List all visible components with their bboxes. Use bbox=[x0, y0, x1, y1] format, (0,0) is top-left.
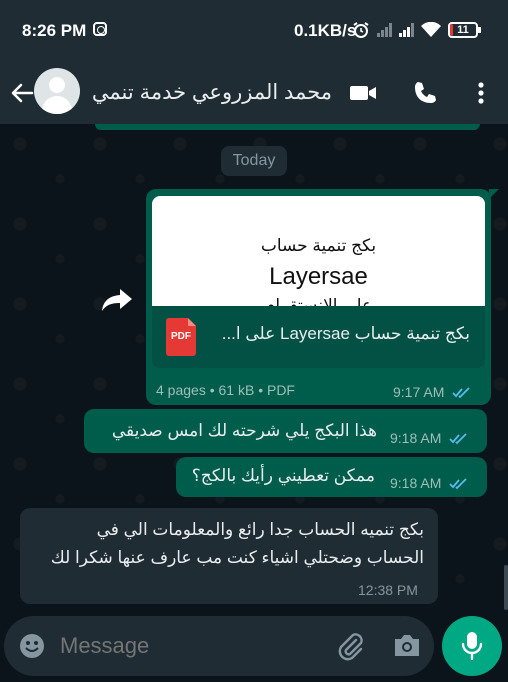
document-preview-line: على الانستقرام bbox=[264, 296, 373, 306]
message-time-text: 9:18 AM bbox=[390, 475, 442, 491]
contact-name[interactable]: محمد المزروعي خدمة تنمي... bbox=[92, 80, 332, 105]
date-separator: Today bbox=[221, 146, 287, 176]
battery-level-fill bbox=[450, 24, 453, 36]
forward-icon[interactable] bbox=[100, 285, 134, 313]
document-preview-title: Layersae bbox=[269, 263, 368, 290]
more-options-icon[interactable] bbox=[466, 78, 496, 108]
message-text: الحساب وضحتلي اشياء كنت مب عارف عنها شكر… bbox=[50, 548, 424, 567]
wifi-icon bbox=[421, 22, 441, 37]
document-message-bubble[interactable]: بكج تنمية حساب Layersae على الانستقرام P… bbox=[146, 189, 499, 405]
read-ticks-icon bbox=[452, 387, 470, 399]
chat-header: محمد المزروعي خدمة تنمي... bbox=[0, 62, 508, 124]
message-bubble[interactable]: هذا البكج يلي شرحته لك امس صديقي 9:18 AM bbox=[84, 409, 487, 453]
message-text: بكج تنميه الحساب جدا رائع والمعلومات الي… bbox=[96, 520, 424, 539]
message-bubble[interactable]: ممكن تعطيني رأيك بالكج؟ 9:18 AM bbox=[176, 457, 487, 497]
emoji-icon[interactable] bbox=[18, 632, 46, 660]
scrollbar[interactable] bbox=[504, 565, 508, 610]
pdf-file-icon: PDF bbox=[166, 318, 196, 356]
alarm-icon bbox=[353, 22, 369, 38]
status-bar: 8:26 PM 0.1KB/s 11 bbox=[0, 0, 508, 62]
previous-message-bubble bbox=[95, 124, 480, 130]
message-time: 9:18 AM bbox=[390, 475, 469, 491]
attachment-icon[interactable] bbox=[334, 630, 366, 662]
read-ticks-icon bbox=[449, 478, 467, 490]
read-ticks-icon bbox=[449, 433, 467, 445]
voice-call-icon[interactable] bbox=[410, 78, 440, 108]
message-time: 12:38 PM bbox=[358, 582, 418, 598]
contact-avatar[interactable] bbox=[34, 68, 80, 114]
status-time: 8:26 PM bbox=[22, 21, 87, 40]
message-text: هذا البكج يلي شرحته لك امس صديقي bbox=[111, 421, 377, 440]
document-preview-line: بكج تنمية حساب bbox=[260, 236, 377, 255]
document-title: بكج تنمية حساب Layersae على ا... bbox=[221, 324, 470, 343]
signal-2-icon bbox=[399, 23, 414, 37]
back-arrow-icon[interactable] bbox=[8, 79, 36, 107]
message-composer[interactable] bbox=[4, 616, 434, 676]
document-preview[interactable]: بكج تنمية حساب Layersae على الانستقرام bbox=[152, 196, 485, 306]
message-time-text: 9:17 AM bbox=[393, 384, 445, 400]
document-info: 4 pages • 61 kB • PDF bbox=[156, 382, 295, 398]
document-file-row[interactable]: PDF بكج تنمية حساب Layersae على ا... bbox=[152, 306, 485, 368]
instagram-notification-icon bbox=[93, 22, 107, 36]
message-time-text: 9:18 AM bbox=[390, 430, 442, 446]
battery-level: 11 bbox=[457, 24, 469, 36]
message-text: ممكن تعطيني رأيك بالكج؟ bbox=[191, 466, 375, 485]
status-icons: 11 bbox=[352, 20, 481, 40]
video-call-icon[interactable] bbox=[348, 78, 378, 108]
battery-icon: 11 bbox=[448, 22, 481, 38]
voice-record-button[interactable] bbox=[442, 616, 502, 676]
microphone-icon bbox=[461, 632, 483, 661]
network-speed: 0.1KB/s bbox=[294, 21, 357, 40]
message-time: 9:17 AM bbox=[393, 384, 472, 400]
incoming-message-bubble[interactable]: بكج تنميه الحساب جدا رائع والمعلومات الي… bbox=[20, 508, 438, 604]
message-time: 9:18 AM bbox=[390, 430, 469, 446]
pdf-file-icon-label: PDF bbox=[171, 331, 191, 342]
camera-icon[interactable] bbox=[392, 631, 422, 659]
message-input[interactable] bbox=[60, 628, 320, 664]
signal-1-icon bbox=[377, 23, 392, 37]
